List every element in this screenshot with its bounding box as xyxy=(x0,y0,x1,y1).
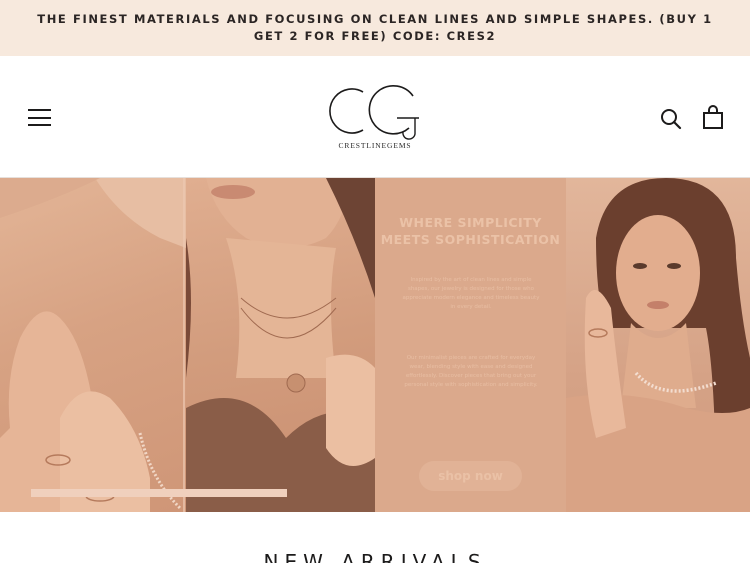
site-header: CRESTLINEGEMS xyxy=(0,56,750,178)
announcement-bar: The finest materials and focusing on cle… xyxy=(0,0,750,56)
logo-text: CRESTLINEGEMS xyxy=(338,141,412,150)
hamburger-menu-icon[interactable] xyxy=(28,109,51,126)
hero-photo-hands-rings xyxy=(0,178,186,512)
photo-divider xyxy=(183,178,185,512)
new-arrivals-heading: New Arrivals xyxy=(263,550,487,563)
site-logo[interactable]: CRESTLINEGEMS xyxy=(326,82,424,154)
hero-body-paragraph-2: Our minimalist pieces are crafted for ev… xyxy=(404,355,538,388)
announcement-text: The finest materials and focusing on cle… xyxy=(37,12,713,43)
hero-title: Where simplicity meets sophistication xyxy=(380,215,561,247)
shop-now-button[interactable]: shop now xyxy=(419,461,522,491)
search-icon[interactable] xyxy=(660,108,682,130)
hero-banner[interactable]: Where simplicity meets sophistication In… xyxy=(0,178,750,512)
hero-photo-necklace xyxy=(186,178,375,512)
shopping-bag-icon[interactable] xyxy=(702,105,724,129)
slider-progress-bar[interactable] xyxy=(31,489,287,497)
hero-body-paragraph-1: Inspired by the art of clean lines and s… xyxy=(402,277,540,310)
hero-photo-portrait xyxy=(566,178,750,512)
logo-mark-icon xyxy=(329,85,419,140)
